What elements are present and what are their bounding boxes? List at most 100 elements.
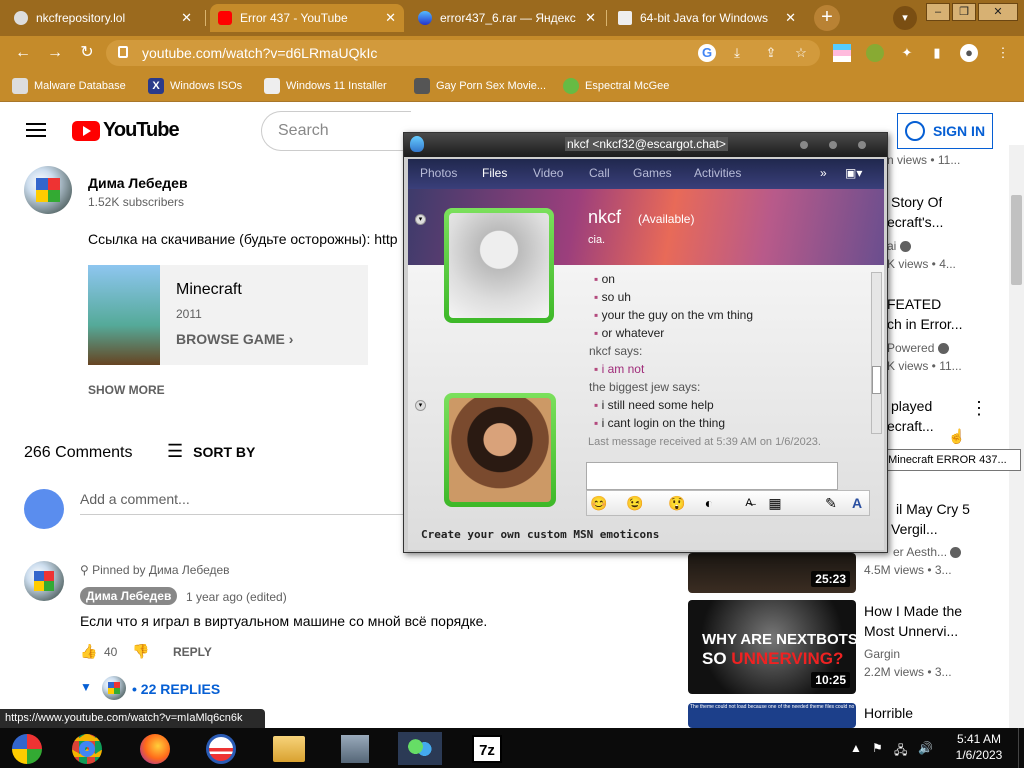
sidebar-thumb-6[interactable]: The theme could not load because one of …: [688, 703, 856, 728]
extensions-puzzle-icon[interactable]: ✦: [898, 44, 916, 62]
search-input[interactable]: Search: [261, 111, 411, 151]
bookmark-windows-isos[interactable]: X Windows ISOs: [148, 76, 242, 96]
sidebar-title-2a[interactable]: FEATED: [887, 296, 941, 312]
bookmark-windows-11-installer[interactable]: Windows 11 Installer: [264, 76, 387, 96]
msn-nav-files[interactable]: Files: [482, 166, 507, 180]
bookmark-star-icon[interactable]: ☆: [792, 44, 810, 62]
system-clock[interactable]: 5:41 AM 1/6/2023: [952, 731, 1006, 763]
youtube-logo-icon[interactable]: [72, 121, 100, 141]
own-display-picture[interactable]: [444, 393, 556, 507]
tab-youtube[interactable]: Error 437 - YouTube ✕: [210, 4, 404, 32]
share-icon[interactable]: ⇪: [762, 44, 780, 62]
msn-nav-call[interactable]: Call: [589, 166, 610, 180]
sidebar-title-1a[interactable]: Story Of: [891, 194, 942, 210]
network-icon[interactable]: 🖧: [894, 741, 907, 762]
msn-nav-video[interactable]: Video: [533, 166, 563, 180]
channel-avatar[interactable]: [24, 166, 72, 214]
sidebar-title-4a[interactable]: il May Cry 5: [896, 501, 970, 517]
sidebar-title-6a[interactable]: Horrible: [864, 705, 913, 721]
sidebar-title-5a[interactable]: How I Made the: [864, 603, 962, 619]
comment-author[interactable]: Дима Лебедев: [80, 587, 178, 605]
msn-more-icon[interactable]: »: [820, 166, 827, 180]
taskbar-chrome[interactable]: [68, 732, 106, 765]
youtube-logo-text[interactable]: YouTube: [103, 119, 180, 142]
sidebar-title-2b[interactable]: ch in Error...: [887, 316, 962, 332]
msn-minimize-button[interactable]: [800, 141, 808, 149]
close-tab-icon[interactable]: ✕: [585, 10, 596, 26]
expand-replies-icon[interactable]: ▼: [80, 680, 92, 694]
bookmark-malware-database[interactable]: Malware Database: [12, 76, 126, 96]
collapse-contact-pic-icon[interactable]: ▾: [415, 214, 426, 225]
msn-close-button[interactable]: [858, 141, 866, 149]
show-desktop-button[interactable]: [1018, 728, 1024, 768]
bookmark-movie[interactable]: Gay Porn Sex Movie...: [414, 76, 546, 96]
minimize-button[interactable]: –: [926, 3, 950, 21]
taskbar-firefox[interactable]: [136, 732, 174, 765]
tab-nkcfrepository[interactable]: nkcfrepository.lol ✕: [6, 4, 200, 32]
text-format-icon[interactable]: A: [848, 494, 866, 512]
taskbar-msn[interactable]: [398, 732, 442, 765]
sign-in-button[interactable]: SIGN IN: [897, 113, 993, 149]
msn-nav-games[interactable]: Games: [633, 166, 672, 180]
view-replies-button[interactable]: • 22 REPLIES: [132, 681, 220, 697]
close-tab-icon[interactable]: ✕: [785, 10, 796, 26]
action-center-flag-icon[interactable]: ⚑: [872, 741, 883, 755]
new-tab-button[interactable]: +: [814, 5, 840, 31]
message-input[interactable]: [586, 462, 838, 490]
profile-icon[interactable]: ●: [960, 44, 978, 62]
msn-maximize-button[interactable]: [829, 141, 837, 149]
chat-scrollbar[interactable]: [871, 272, 882, 434]
sidebar-title-4b[interactable]: Vergil...: [891, 521, 938, 537]
nudge-icon[interactable]: 😲: [668, 494, 686, 512]
msn-options-icon[interactable]: ▣▾: [845, 166, 862, 180]
menu-kebab-icon[interactable]: ⋮: [994, 44, 1012, 62]
taskbar-7zip[interactable]: 7z: [468, 732, 506, 765]
close-tab-icon[interactable]: ✕: [385, 10, 396, 26]
voice-clip-icon[interactable]: ◐: [700, 494, 718, 512]
side-panel-icon[interactable]: ▮: [928, 44, 946, 62]
contact-display-picture[interactable]: [444, 208, 554, 323]
reply-button[interactable]: REPLY: [173, 645, 212, 659]
commenter-avatar[interactable]: [24, 561, 64, 601]
bookmark-espectral-mcgee[interactable]: Espectral McGee: [563, 76, 669, 96]
more-actions-icon[interactable]: ⋮: [970, 398, 988, 419]
dislike-button[interactable]: 👎: [132, 643, 149, 660]
volume-icon[interactable]: 🔊: [918, 741, 933, 755]
handwriting-icon[interactable]: ✎: [822, 494, 840, 512]
collapse-own-pic-icon[interactable]: ▾: [415, 400, 426, 411]
msn-nav-photos[interactable]: Photos: [420, 166, 457, 180]
font-icon[interactable]: A̶: [740, 494, 758, 512]
start-button[interactable]: [8, 732, 46, 765]
tab-java[interactable]: 64-bit Java for Windows ✕: [610, 4, 804, 32]
extension-flag-icon[interactable]: [833, 44, 851, 62]
msn-nav-activities[interactable]: Activities: [694, 166, 741, 180]
like-button[interactable]: 👍: [80, 643, 97, 660]
maximize-button[interactable]: ❐: [952, 3, 976, 21]
emoticon-promo-link[interactable]: Create your own custom MSN emoticons: [421, 528, 659, 541]
extension-face-icon[interactable]: [866, 44, 884, 62]
tab-yandex[interactable]: error437_6.rar — Яндекс ✕: [410, 4, 604, 32]
google-icon[interactable]: G: [698, 44, 716, 62]
background-icon[interactable]: ▦: [766, 494, 784, 512]
taskbar-network[interactable]: [336, 732, 374, 765]
sidebar-title-5b[interactable]: Most Unnervi...: [864, 623, 958, 639]
show-more-button[interactable]: SHOW MORE: [88, 383, 165, 397]
sidebar-title-3a[interactable]: played: [891, 398, 932, 414]
sidebar-title-1b[interactable]: ecraft's...: [887, 214, 943, 230]
sidebar-thumb-4[interactable]: 25:23: [688, 553, 856, 593]
emoticon-icon[interactable]: 😊: [590, 494, 608, 512]
reload-button[interactable]: ↻: [76, 42, 98, 64]
install-icon[interactable]: ⤓: [728, 44, 746, 62]
taskbar-obama[interactable]: [202, 732, 240, 765]
sidebar-thumb-5[interactable]: WHY ARE NEXTBOTS SO UNNERVING? 10:25: [688, 600, 856, 694]
tab-search-button[interactable]: ▾: [893, 6, 917, 30]
forward-button[interactable]: →: [44, 42, 66, 64]
sidebar-title-3b[interactable]: ecraft...: [887, 418, 934, 434]
page-scrollbar-thumb[interactable]: [1011, 195, 1022, 285]
browse-game-button[interactable]: BROWSE GAME ›: [176, 331, 293, 347]
channel-name[interactable]: Дима Лебедев: [88, 175, 188, 191]
close-tab-icon[interactable]: ✕: [181, 10, 192, 26]
chat-scrollbar-thumb[interactable]: [872, 366, 881, 394]
back-button[interactable]: ←: [12, 42, 34, 64]
hamburger-menu-icon[interactable]: [26, 123, 46, 137]
